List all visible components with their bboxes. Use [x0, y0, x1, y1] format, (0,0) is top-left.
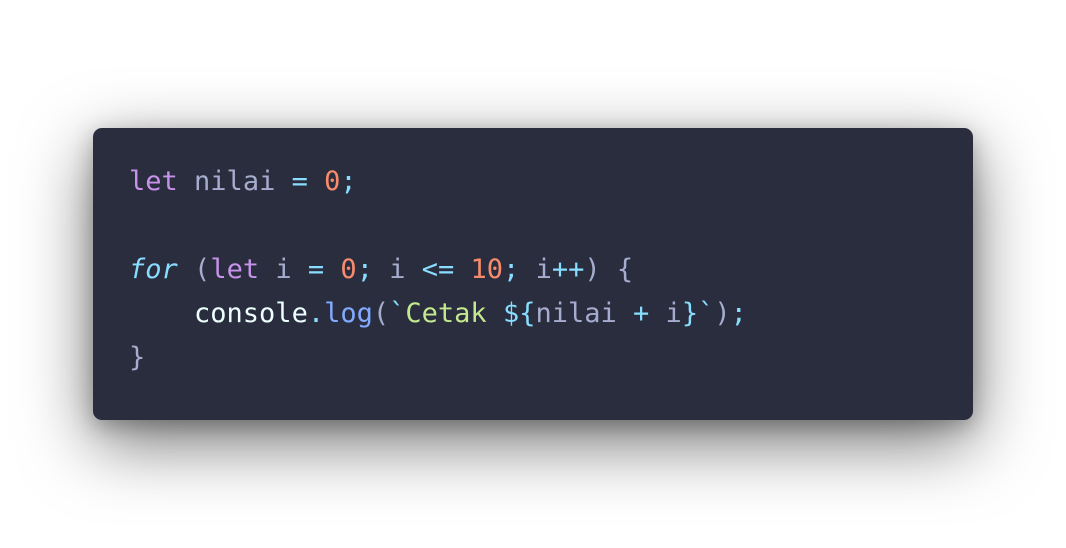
code-token-punc: ;	[340, 166, 357, 197]
code-token-ws	[454, 254, 470, 285]
code-token-tpl: }	[681, 298, 699, 329]
code-token-ws	[324, 254, 340, 285]
code-token-obj: console	[194, 298, 308, 329]
code-token-brace: (	[372, 298, 390, 329]
code-token-ident: i	[389, 254, 406, 285]
code-token-ws	[405, 254, 421, 285]
code-block: let nilai = 0; for (let i = 0; i <= 10; i…	[129, 160, 747, 380]
code-token-ws	[178, 254, 194, 285]
code-line: }	[129, 336, 747, 380]
code-token-tpl: ${	[502, 298, 536, 329]
code-token-ident: nilai	[194, 166, 276, 197]
code-token-punc: ;	[503, 254, 520, 285]
code-token-op: =	[307, 254, 325, 285]
code-token-ident: nilai	[535, 298, 617, 329]
code-line: for (let i = 0; i <= 10; i++) {	[129, 248, 747, 292]
code-token-brace: }	[129, 342, 146, 373]
code-token-ws	[178, 166, 194, 197]
code-token-kw: let	[210, 254, 260, 285]
code-token-ws	[292, 254, 308, 285]
code-token-ws	[649, 298, 665, 329]
code-token-ws	[617, 298, 633, 329]
code-token-num: 10	[470, 254, 504, 285]
code-token-punc: .	[307, 298, 325, 329]
code-token-tpl: `	[389, 298, 406, 329]
code-token-tpl: `	[698, 298, 715, 329]
code-token-op: ++	[551, 254, 585, 285]
code-token-ws	[308, 166, 324, 197]
code-token-kw-italic: for	[129, 254, 178, 285]
code-token-num: 0	[340, 254, 357, 285]
code-token-ws	[275, 166, 291, 197]
code-token-punc: ;	[356, 254, 373, 285]
code-token-op: =	[291, 166, 308, 197]
code-token-ws	[129, 298, 194, 329]
code-token-brace: (	[194, 254, 211, 285]
code-token-op: <=	[421, 254, 455, 285]
code-line: console.log(`Cetak ${nilai + i}`);	[129, 292, 747, 336]
code-token-ws	[373, 254, 389, 285]
code-token-ws	[519, 254, 535, 285]
code-token-str: Cetak	[405, 298, 503, 329]
code-token-brace: {	[616, 254, 634, 285]
code-token-brace: )	[714, 298, 731, 329]
code-token-brace: )	[584, 254, 601, 285]
code-token-kw: let	[129, 166, 178, 197]
code-token-op: +	[633, 298, 650, 329]
code-token-num: 0	[324, 166, 341, 197]
code-token-ident: i	[275, 254, 292, 285]
code-token-punc: ;	[730, 298, 747, 329]
code-token-fn: log	[324, 298, 373, 329]
code-line: let nilai = 0;	[129, 160, 747, 204]
code-token-ws	[259, 254, 275, 285]
code-token-ws	[601, 254, 617, 285]
code-token-ident: i	[665, 298, 682, 329]
code-token-ident: i	[535, 254, 552, 285]
